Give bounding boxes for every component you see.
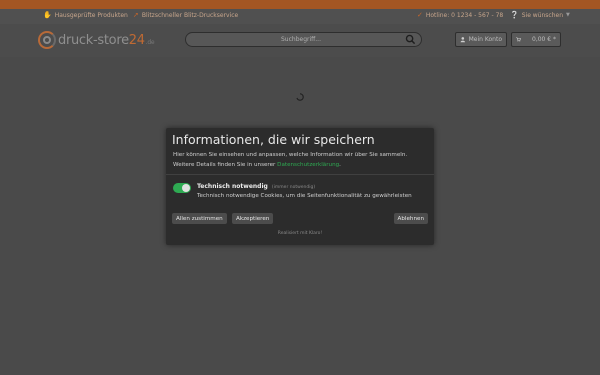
logo-text: druck-store	[58, 32, 129, 48]
usp-bar: ✋ Hausgeprüfte Produkten ➚ Blitzschnelle…	[0, 9, 600, 24]
usp-item-hotline[interactable]: ✓ Hotline: 0 1234 - 567 - 78	[417, 11, 504, 20]
modal-title: Informationen, die wir speichern	[172, 132, 375, 147]
search-input[interactable]	[186, 33, 406, 46]
account-button[interactable]: Mein Konto	[455, 32, 507, 47]
logo-number: 24	[128, 32, 145, 48]
user-icon	[460, 37, 466, 43]
usp-item-quality: ✋ Hausgeprüfte Produkten	[43, 11, 128, 20]
decline-button[interactable]: Ablehnen	[393, 213, 428, 224]
account-label: Mein Konto	[468, 36, 502, 43]
thumb-icon: ✋	[43, 11, 52, 19]
cookie-consent-modal: Informationen, die wir speichern Hier kö…	[166, 128, 434, 245]
chevron-down-icon: ▼	[566, 12, 570, 18]
modal-desc-line2: Weitere Details finden Sie in unserer	[173, 162, 276, 168]
check-icon: ✓	[417, 11, 423, 19]
usp-text: Sie wünschen	[521, 12, 564, 19]
category-subtitle: (immer notwendig)	[271, 185, 316, 190]
help-icon: ❔	[510, 11, 519, 19]
logo[interactable]: druck-store24.de	[38, 30, 155, 50]
category-description: Technisch notwendige Cookies, um die Sei…	[197, 193, 412, 199]
powered-by-link[interactable]: Realisiert mit Klaro!	[166, 231, 434, 236]
cart-button[interactable]: 0,00 € *	[511, 32, 561, 47]
technical-cookies-toggle[interactable]	[173, 183, 191, 193]
search-icon[interactable]	[405, 34, 416, 45]
search-box	[185, 32, 422, 47]
category-title: Technisch notwendig	[197, 183, 268, 190]
loading-spinner-icon	[296, 93, 304, 101]
logo-mark-icon	[38, 31, 56, 49]
cart-icon	[516, 37, 521, 42]
modal-desc-end: .	[339, 162, 341, 168]
usp-item-help[interactable]: ❔ Sie wünschen ▼	[510, 11, 570, 20]
cart-total: 0,00 € *	[532, 36, 556, 43]
top-accent-bar	[0, 0, 600, 9]
usp-text: Blitzschneller Blitz-Druckservice	[141, 12, 239, 19]
accept-button[interactable]: Akzeptieren	[232, 213, 274, 224]
usp-item-speed: ➚ Blitzschneller Blitz-Druckservice	[133, 11, 239, 20]
privacy-policy-link[interactable]: Datenschutzerklärung	[277, 162, 339, 168]
divider	[166, 174, 434, 175]
modal-desc-line1: Hier können Sie einsehen und anpassen, w…	[173, 152, 408, 158]
header: druck-store24.de Mein Konto 0,00 € *	[0, 24, 600, 57]
usp-text: Hotline: 0 1234 - 567 - 78	[425, 12, 504, 19]
rocket-icon: ➚	[133, 11, 139, 19]
usp-text: Hausgeprüfte Produkten	[54, 12, 128, 19]
logo-tld: .de	[145, 38, 155, 46]
modal-description: Hier können Sie einsehen und anpassen, w…	[173, 150, 431, 170]
accept-all-button[interactable]: Allen zustimmen	[172, 213, 227, 224]
